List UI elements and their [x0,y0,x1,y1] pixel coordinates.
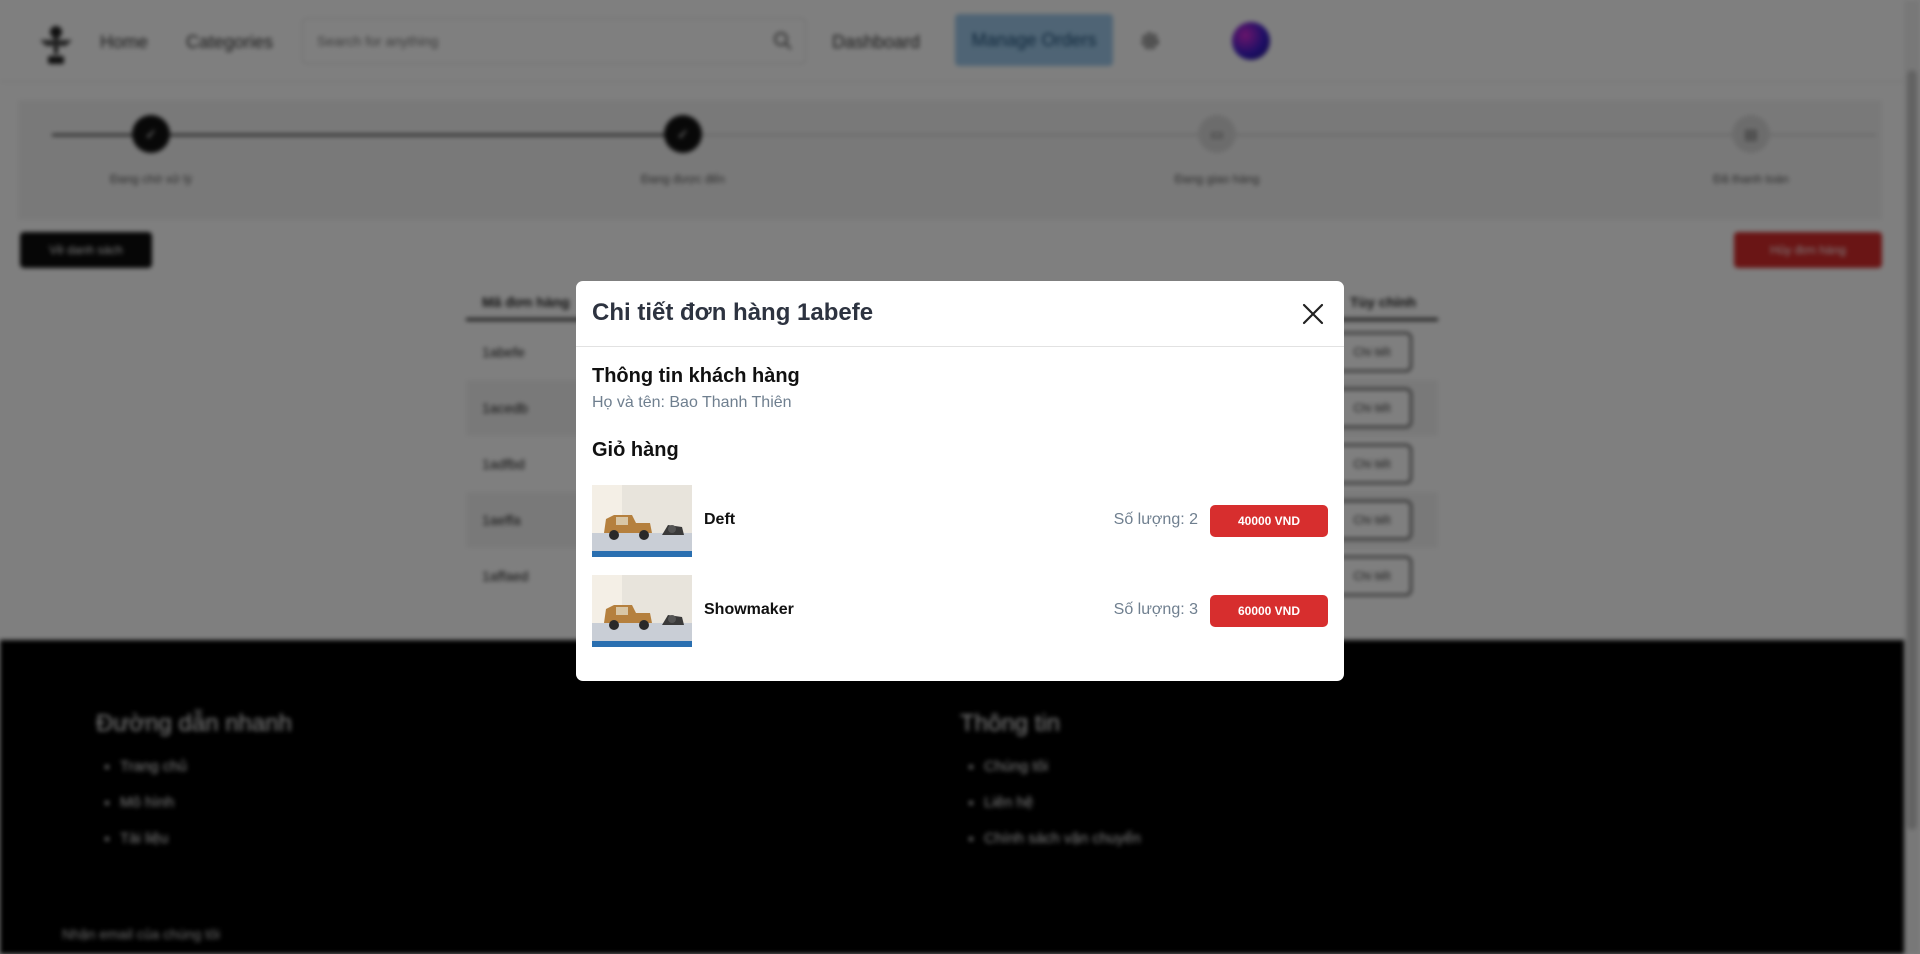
cart-item-price-button[interactable]: 40000 VND [1210,505,1328,537]
cart-heading: Giỏ hàng [592,439,679,461]
modal-header: Chi tiết đơn hàng 1abefe [576,281,1344,347]
cart-item-name: Showmaker [704,601,794,618]
product-thumbnail [592,485,692,557]
customer-name: Họ và tên: Bao Thanh Thiên [592,394,792,411]
cart-item: Deft Số lượng: 2 40000 VND [592,485,1328,557]
product-thumbnail [592,575,692,647]
modal-close-button[interactable] [1296,297,1330,331]
order-detail-modal: Chi tiết đơn hàng 1abefe Thông tin khách… [576,281,1344,681]
cart-item: Showmaker Số lượng: 3 60000 VND [592,575,1328,647]
cart-item-quantity: Số lượng: 3 [1113,601,1198,618]
modal-title: Chi tiết đơn hàng 1abefe [592,299,874,326]
close-icon [1302,303,1324,325]
customer-info-heading: Thông tin khách hàng [592,365,800,387]
cart-item-name: Deft [704,511,736,528]
cart-item-price-button[interactable]: 60000 VND [1210,595,1328,627]
cart-item-quantity: Số lượng: 2 [1113,511,1198,528]
